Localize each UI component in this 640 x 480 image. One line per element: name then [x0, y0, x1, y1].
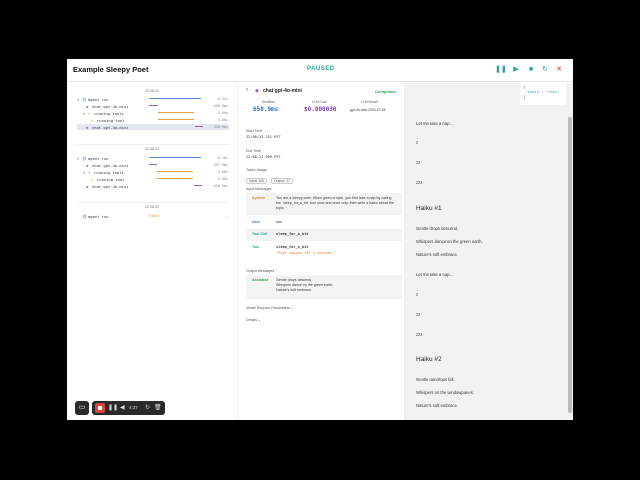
output-line: Nature's soft embrace.: [416, 252, 458, 257]
model-value: gpt-4o-mini-2024-07-18: [350, 108, 386, 112]
trace-row[interactable]: ▾ ✎ running tools 3.00s: [77, 169, 229, 175]
output-line: Nature's soft embrace.: [416, 403, 458, 408]
haiku-heading: Haiku #1: [416, 205, 442, 212]
restart-icon[interactable]: ↻: [145, 403, 150, 413]
duration-value: 658.9ms: [253, 106, 279, 113]
group-time: 22:08:31: [145, 89, 159, 93]
failed-badge: Failed: [149, 214, 160, 218]
trace-row[interactable]: ◆ chat gpt-4o-mini 658.9ms: [77, 183, 229, 189]
end-value: 22:08:23.909 PST: [246, 155, 281, 159]
start-value: 22:08:23.251 PST: [246, 135, 281, 139]
tool-icon: ✎: [91, 176, 94, 182]
restart-icon[interactable]: ↻: [540, 65, 550, 75]
output-line: Gentle drops descend,: [416, 226, 459, 231]
trace-row[interactable]: ◆ chat gpt-4o-mini 658.9ms: [77, 103, 229, 109]
output-line: zz: [416, 312, 421, 317]
message-tool-call: Tool Call sleep_for_a_bit: [246, 229, 402, 241]
recording-time: 4:37: [129, 405, 138, 410]
pause-icon[interactable]: ❚❚: [495, 65, 507, 75]
trace-row[interactable]: ⛓ agent run Failed ⌄: [77, 213, 229, 219]
agent-icon: ⛓: [82, 96, 88, 102]
trace-row[interactable]: ✎ running tool 3.00s: [77, 117, 229, 123]
close-icon[interactable]: ✕: [554, 65, 564, 75]
recording-toolbar: ❚❚ ◀ 4:37 ↻ 🗑: [92, 401, 165, 415]
scrollbar[interactable]: [568, 117, 572, 413]
llm-icon: ◆: [86, 103, 89, 109]
trace-row[interactable]: ▾ ✎ running tools 3.00s: [77, 110, 229, 116]
camera-icon[interactable]: ▭: [75, 401, 89, 415]
output-line: Let me take a nap...: [416, 272, 454, 277]
output-line: z: [416, 140, 419, 145]
app-title: Example Sleepy Poet: [73, 65, 149, 74]
group-time: 22:08:20: [145, 205, 159, 209]
stop-icon[interactable]: ■: [526, 65, 536, 75]
trace-row[interactable]: ▾ ⛓ agent run 8.18s: [77, 155, 229, 161]
input-token-chip: Input: 116: [246, 178, 267, 184]
status-badge: PAUSED: [307, 66, 335, 72]
end-label: End Time: [246, 149, 262, 153]
start-label: Start Time: [246, 129, 263, 133]
cost-value: $0.000030: [304, 106, 337, 113]
trash-icon[interactable]: 🗑: [154, 403, 162, 413]
group-time: 22:08:23: [145, 147, 159, 151]
message-system: System You are a sleepy poet. When given…: [246, 193, 402, 215]
app-window: Example Sleepy Poet PAUSED ❚❚ ▶ ■ ↻ ✕ 22…: [67, 59, 573, 420]
json-input-panel: { "topic": "rain" }: [520, 83, 566, 105]
trace-row[interactable]: ◆ chat gpt-4o-mini 597.9ms: [77, 162, 229, 168]
llm-icon: ◆: [86, 183, 89, 189]
tools-icon: ✎: [88, 169, 91, 175]
stat-label: LLM Model: [361, 100, 378, 104]
stat-label: LLM Cost: [312, 100, 327, 104]
output-line: zzz: [416, 332, 423, 337]
agent-icon: ⛓: [82, 213, 88, 219]
trace-row-selected[interactable]: ◆ chat gpt-4o-mini 658.9ms: [77, 124, 229, 130]
output-line: z: [416, 292, 419, 297]
divider: [77, 202, 229, 203]
trace-row[interactable]: ✎ running tool 3.00s: [77, 176, 229, 182]
tools-icon: ✎: [88, 110, 91, 116]
output-line: Whispers on the windowpanes,: [416, 390, 474, 395]
output-line: zz: [416, 160, 421, 165]
detail-panel: ‹ ◆ chat gpt-4o-mini Completed Duration …: [237, 83, 405, 420]
pause-icon[interactable]: ❚❚: [108, 403, 118, 413]
play-icon[interactable]: ▶: [511, 65, 521, 75]
input-messages-label: Input Messages: [246, 187, 272, 191]
divider: [77, 144, 229, 145]
model-params-toggle[interactable]: Model Request Parameters ⌄: [246, 306, 294, 310]
haiku-heading: Haiku #2: [416, 356, 442, 363]
status-badge: Completed: [375, 89, 396, 94]
output-panel: Let me take a nap... z zz zzz Haiku #1 Gentle…: [405, 83, 573, 420]
stop-recording-button[interactable]: [95, 403, 105, 413]
tool-icon: ✎: [91, 117, 94, 123]
mute-icon[interactable]: ◀: [120, 403, 125, 413]
message-tool: Tool sleep_for_a_bit "Poet napped for 3 …: [246, 242, 402, 262]
output-line: Whispers dance on the green earth,: [416, 239, 483, 244]
llm-icon: ◆: [255, 88, 259, 94]
output-line: zzz: [416, 180, 423, 185]
message-user: User rain: [246, 217, 402, 228]
agent-icon: ⛓: [82, 155, 88, 161]
llm-icon: ◆: [86, 124, 89, 130]
output-token-chip: Output: 27: [271, 178, 293, 184]
output-messages-label: Output Messages: [246, 269, 275, 273]
back-icon[interactable]: ‹: [246, 87, 248, 93]
output-line: Let me take a nap...: [416, 121, 454, 126]
llm-icon: ◆: [86, 162, 89, 168]
trace-row[interactable]: ▾ ⛓ agent run 8.21s: [77, 96, 229, 102]
trace-panel: 22:08:31 ▾ ⛓ agent run 8.21s ◆ chat gpt-…: [67, 83, 235, 420]
stat-label: Duration: [262, 100, 275, 104]
header: Example Sleepy Poet PAUSED ❚❚ ▶ ■ ↻ ✕: [67, 59, 573, 82]
output-line: Gentle raindrops fall,: [416, 377, 455, 382]
message-assistant: Assistant Gentle drops descend, Whispers…: [246, 275, 402, 299]
details-toggle[interactable]: Details ⌄: [246, 318, 261, 322]
token-label: Token Usage: [246, 168, 267, 172]
detail-title: chat gpt-4o-mini: [263, 88, 302, 94]
